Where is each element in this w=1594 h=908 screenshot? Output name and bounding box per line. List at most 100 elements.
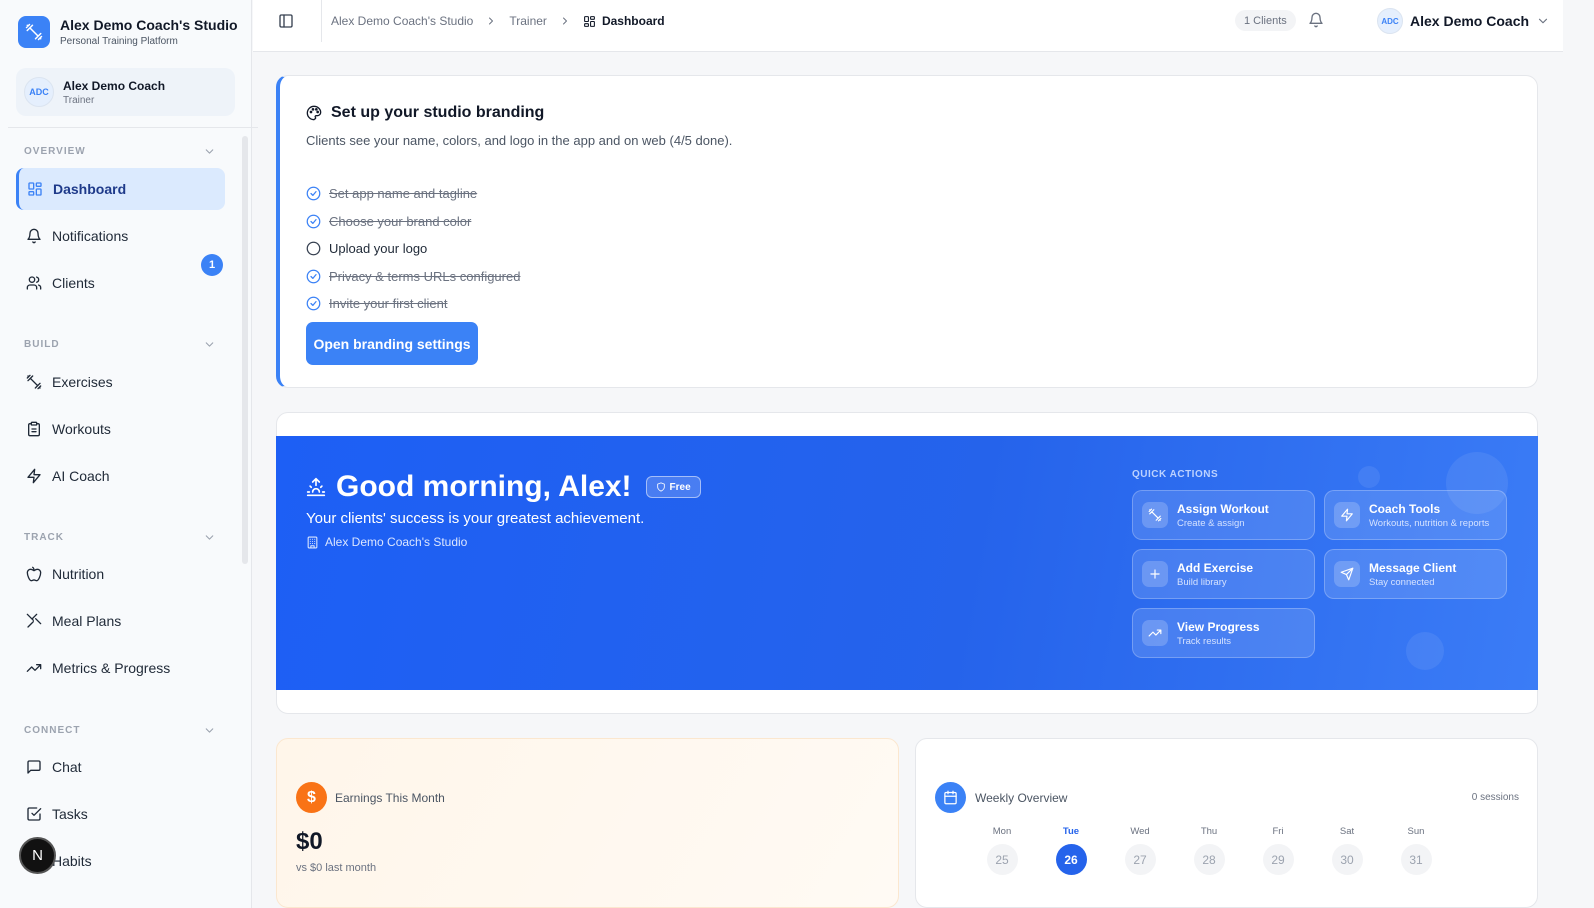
sidebar-item-label: Exercises <box>52 374 113 390</box>
sidebar-item-exercises[interactable]: Exercises <box>16 361 225 403</box>
sidebar-item-workouts[interactable]: Workouts <box>16 408 225 450</box>
grid-icon <box>28 182 42 196</box>
quick-action-coach-tools[interactable]: Coach Tools Workouts, nutrition & reports <box>1324 490 1507 540</box>
quick-action-view-progress[interactable]: View Progress Track results <box>1132 608 1315 658</box>
hero-studio: Alex Demo Coach's Studio <box>306 535 467 549</box>
sidebar-scrollbar[interactable] <box>242 136 248 564</box>
breadcrumb-studio[interactable]: Alex Demo Coach's Studio <box>331 14 473 28</box>
section-header-overview[interactable]: OVERVIEW <box>24 145 216 158</box>
sidebar-item-label: Metrics & Progress <box>52 660 171 676</box>
sidebar-item-notifications[interactable]: Notifications <box>16 215 225 257</box>
branding-title: Set up your studio branding <box>306 104 544 122</box>
day-number: 29 <box>1262 844 1294 875</box>
calendar-icon <box>935 782 966 813</box>
chevron-down-icon <box>205 535 214 540</box>
day-name: Tue <box>1062 826 1080 837</box>
quick-action-add-exercise[interactable]: Add Exercise Build library <box>1132 549 1315 599</box>
grid-icon <box>584 15 595 27</box>
section-header-connect[interactable]: CONNECT <box>24 724 216 737</box>
user-menu-name: Alex Demo Coach <box>1410 13 1530 29</box>
user-menu[interactable]: ADC Alex Demo Coach <box>1377 8 1550 34</box>
sidebar-item-label: Workouts <box>52 421 111 437</box>
avatar: ADC <box>1377 8 1403 34</box>
checklist-item[interactable]: Choose your brand color <box>306 208 520 236</box>
chevron-right-icon <box>562 17 567 25</box>
topbar: Alex Demo Coach's Studio Trainer Dashboa… <box>253 0 1563 52</box>
floating-assistant-button[interactable]: N <box>19 837 56 874</box>
page-scrollbar[interactable] <box>1563 0 1594 908</box>
sidebar-item-tasks[interactable]: Tasks <box>16 793 225 835</box>
checklist-item[interactable]: Set app name and tagline <box>306 180 520 208</box>
users-icon <box>26 276 42 290</box>
day-number: 31 <box>1400 844 1432 875</box>
weekly-overview-card: Weekly Overview 0 sessions Mon 25 Tue 26 W… <box>915 738 1538 908</box>
quick-action-title: View Progress <box>1177 619 1260 634</box>
sidebar-item-clients[interactable]: Clients 1 <box>16 254 225 304</box>
checklist-item[interactable]: Invite your first client <box>306 290 520 318</box>
day-number: 28 <box>1193 844 1225 875</box>
plan-badge: Free <box>645 476 701 498</box>
sidebar-item-label: AI Coach <box>52 468 110 484</box>
sidebar-toggle-icon[interactable] <box>278 13 294 29</box>
user-role: Trainer <box>63 94 95 106</box>
sidebar-item-dashboard[interactable]: Dashboard <box>16 168 225 210</box>
checklist-item[interactable]: Upload your logo <box>306 235 520 263</box>
message-icon <box>27 760 41 774</box>
palette-icon <box>306 105 322 121</box>
check-circle-icon <box>306 186 321 201</box>
sidebar-item-nutrition[interactable]: Nutrition <box>16 553 225 595</box>
earnings-card[interactable]: $ Earnings This Month $0 vs $0 last mont… <box>276 738 899 908</box>
sidebar: Alex Demo Coach's Studio Personal Traini… <box>0 0 258 908</box>
sidebar-item-label: Clients <box>52 275 95 291</box>
day-name: Thu <box>1200 826 1218 837</box>
section-label: TRACK <box>24 532 64 543</box>
branding-checklist: Set app name and tagline Choose your bra… <box>306 180 520 318</box>
utensils-icon <box>26 613 42 628</box>
check-circle-icon <box>306 269 321 284</box>
checklist-item-label: Invite your first client <box>329 296 448 312</box>
bell-icon[interactable] <box>1308 12 1324 28</box>
chevron-right-icon <box>489 17 494 25</box>
plan-badge-label: Free <box>669 481 691 493</box>
day-name: Sat <box>1339 826 1355 837</box>
sidebar-item-metrics[interactable]: Metrics & Progress <box>16 647 225 689</box>
quick-action-title: Message Client <box>1369 560 1457 575</box>
apple-icon <box>26 566 42 582</box>
section-label: BUILD <box>24 339 60 350</box>
quick-action-message-client[interactable]: Message Client Stay connected <box>1324 549 1507 599</box>
day-cell[interactable]: Sun 31 <box>1374 826 1458 875</box>
section-header-build[interactable]: BUILD <box>24 338 216 351</box>
checklist-item[interactable]: Privacy & terms URLs configured <box>306 263 520 291</box>
breadcrumb: Alex Demo Coach's Studio Trainer Dashboa… <box>331 14 665 28</box>
sidebar-item-ai-coach[interactable]: AI Coach <box>16 455 225 497</box>
week-days: Mon 25 Tue 26 Wed 27 Thu 28 Fri 29 Sat 30 Sun 3… <box>960 826 1458 875</box>
sidebar-item-meal-plans[interactable]: Meal Plans <box>16 600 225 642</box>
section-header-track[interactable]: TRACK <box>24 531 216 544</box>
quick-action-title: Coach Tools <box>1369 501 1441 516</box>
sidebar-item-label: Notifications <box>52 228 129 244</box>
check-circle-icon <box>306 296 321 311</box>
day-number: 26 <box>1055 844 1087 875</box>
brand-subtitle: Personal Training Platform <box>60 36 178 47</box>
day-name: Sun <box>1407 826 1425 837</box>
sidebar-nav: OVERVIEW Dashboard Notifications Clients… <box>0 128 240 908</box>
quick-action-assign-workout[interactable]: Assign Workout Create & assign <box>1132 490 1315 540</box>
user-card[interactable]: ADC Alex Demo Coach Trainer <box>16 68 235 116</box>
brand[interactable]: Alex Demo Coach's Studio Personal Traini… <box>18 16 238 48</box>
sidebar-item-chat[interactable]: Chat <box>16 746 225 788</box>
quick-action-title: Add Exercise <box>1177 560 1254 575</box>
dumbbell-icon <box>1142 502 1168 528</box>
breadcrumb-trainer[interactable]: Trainer <box>509 14 547 28</box>
breadcrumb-current: Dashboard <box>583 14 665 28</box>
open-branding-settings-button[interactable]: Open branding settings <box>306 322 478 365</box>
bell-icon <box>27 228 41 244</box>
empty-circle-icon <box>306 241 321 256</box>
sidebar-item-label: Chat <box>52 759 82 775</box>
quick-action-subtitle: Stay connected <box>1369 576 1435 588</box>
day-number: 30 <box>1331 844 1363 875</box>
earnings-title: Earnings This Month <box>335 791 445 805</box>
welcome-hero: Good morning, Alex! Free Your clients' s… <box>276 436 1538 690</box>
quick-action-subtitle: Track results <box>1177 635 1232 647</box>
clients-count-pill[interactable]: 1 Clients <box>1235 10 1296 31</box>
dumbbell-icon <box>18 16 50 48</box>
